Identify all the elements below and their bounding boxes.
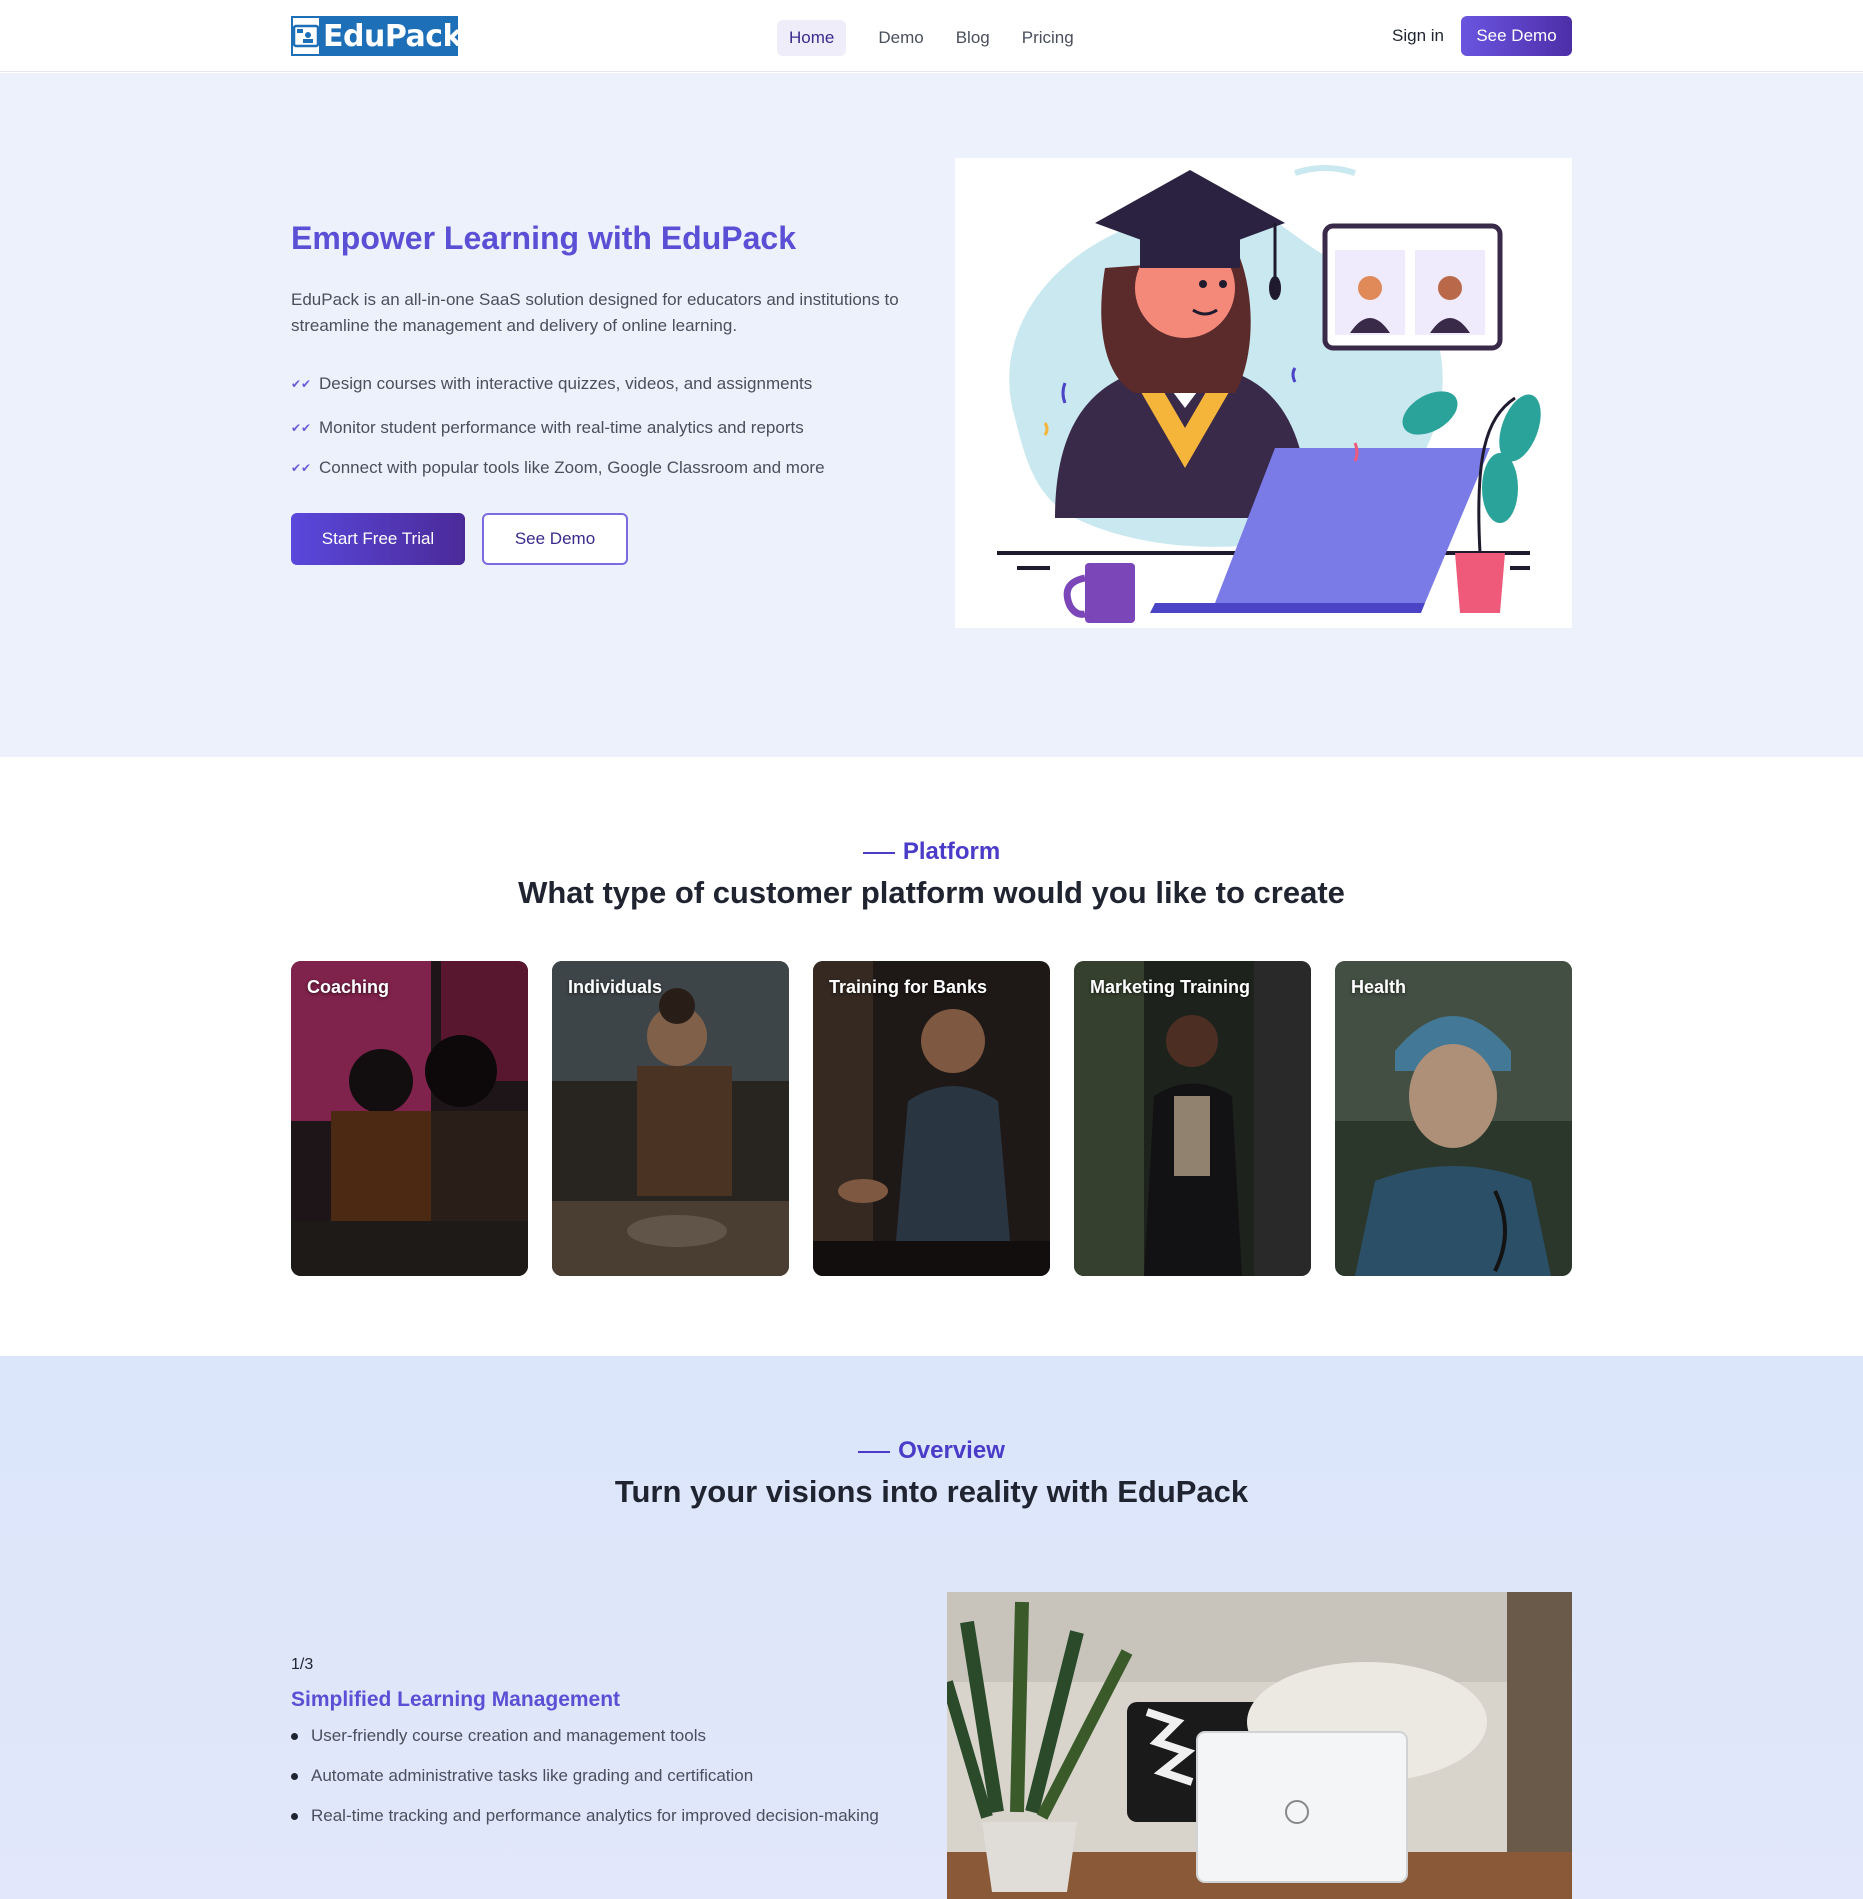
- list-item: Automate administrative tasks like gradi…: [291, 1764, 879, 1788]
- nav-link-blog[interactable]: Blog: [944, 20, 1002, 56]
- card-label: Training for Banks: [829, 977, 988, 997]
- health-photo: [1335, 961, 1572, 1276]
- overview-bullet-list: User-friendly course creation and manage…: [291, 1724, 879, 1844]
- laptop-plant-photo: [947, 1592, 1572, 1899]
- logo-text: EduPack: [323, 18, 463, 54]
- nav-link-pricing[interactable]: Pricing: [1010, 20, 1086, 56]
- card-label: Coaching: [307, 977, 390, 997]
- feature-title: Simplified Learning Management: [291, 1688, 621, 1711]
- platform-card-individuals[interactable]: Individuals: [552, 961, 789, 1276]
- platform-section: Platform What type of customer platform …: [0, 757, 1863, 1356]
- platform-cards: Coaching Individuals Training for Banks …: [291, 961, 1572, 1276]
- list-item: User-friendly course creation and manage…: [291, 1724, 879, 1748]
- coaching-photo: [291, 961, 528, 1276]
- marketing-training-photo: [1074, 961, 1311, 1276]
- overview-title: Turn your visions into reality with EduP…: [614, 1474, 1249, 1509]
- overview-eyebrow: Overview: [0, 1437, 1863, 1465]
- dash-icon: [862, 851, 895, 854]
- platform-card-training-for-banks[interactable]: Training for Banks: [813, 961, 1050, 1276]
- list-item: ✔✔ Monitor student performance with real-…: [291, 418, 804, 437]
- sign-in-link[interactable]: Sign in: [1392, 26, 1444, 46]
- list-item: ✔✔ Connect with popular tools like Zoom, …: [291, 458, 825, 477]
- platform-eyebrow: Platform: [0, 838, 1863, 866]
- hero-description: EduPack is an all-in-one SaaS solution d…: [291, 290, 899, 335]
- logo-icon: [293, 18, 319, 54]
- top-navbar: EduPack Home Demo Blog Pricing Sign in S…: [0, 0, 1863, 72]
- see-demo-button[interactable]: See Demo: [482, 513, 628, 565]
- platform-title: What type of customer platform would you…: [518, 875, 1345, 910]
- bullet-icon: [291, 1812, 298, 1820]
- double-check-icon: ✔✔: [291, 421, 312, 435]
- dash-icon: [858, 1450, 891, 1453]
- slide-counter: 1/3: [291, 1656, 314, 1673]
- bullet-icon: [291, 1772, 298, 1780]
- list-item: Real-time tracking and performance analy…: [291, 1804, 879, 1828]
- start-free-trial-button[interactable]: Start Free Trial: [291, 513, 465, 565]
- list-item: ✔✔ Design courses with interactive quizze…: [291, 374, 813, 393]
- bullet-icon: [291, 1732, 298, 1740]
- hero-title: Empower Learning with EduPack: [291, 220, 796, 256]
- double-check-icon: ✔✔: [291, 461, 312, 475]
- card-label: Marketing Training: [1090, 977, 1251, 997]
- nav-links: Home Demo Blog Pricing: [777, 20, 1086, 56]
- platform-card-marketing-training[interactable]: Marketing Training: [1074, 961, 1311, 1276]
- card-label: Individuals: [568, 977, 663, 997]
- individuals-photo: [552, 961, 789, 1276]
- edupack-logo[interactable]: EduPack: [291, 16, 463, 56]
- double-check-icon: ✔✔: [291, 377, 312, 391]
- overview-section: Overview Turn your visions into reality …: [0, 1356, 1863, 1899]
- platform-card-health[interactable]: Health: [1335, 961, 1572, 1276]
- graduate-illustration: [955, 158, 1572, 628]
- training-for-banks-photo: [813, 961, 1050, 1276]
- hero-feature-list: ✔✔ Design courses with interactive quizze…: [291, 373, 825, 479]
- nav-see-demo-button[interactable]: See Demo: [1461, 16, 1572, 56]
- card-label: Health: [1351, 977, 1407, 997]
- nav-link-demo[interactable]: Demo: [866, 20, 935, 56]
- platform-card-coaching[interactable]: Coaching: [291, 961, 528, 1276]
- nav-link-home[interactable]: Home: [777, 20, 847, 56]
- hero-section: Empower Learning with EduPack EduPack is…: [0, 73, 1863, 757]
